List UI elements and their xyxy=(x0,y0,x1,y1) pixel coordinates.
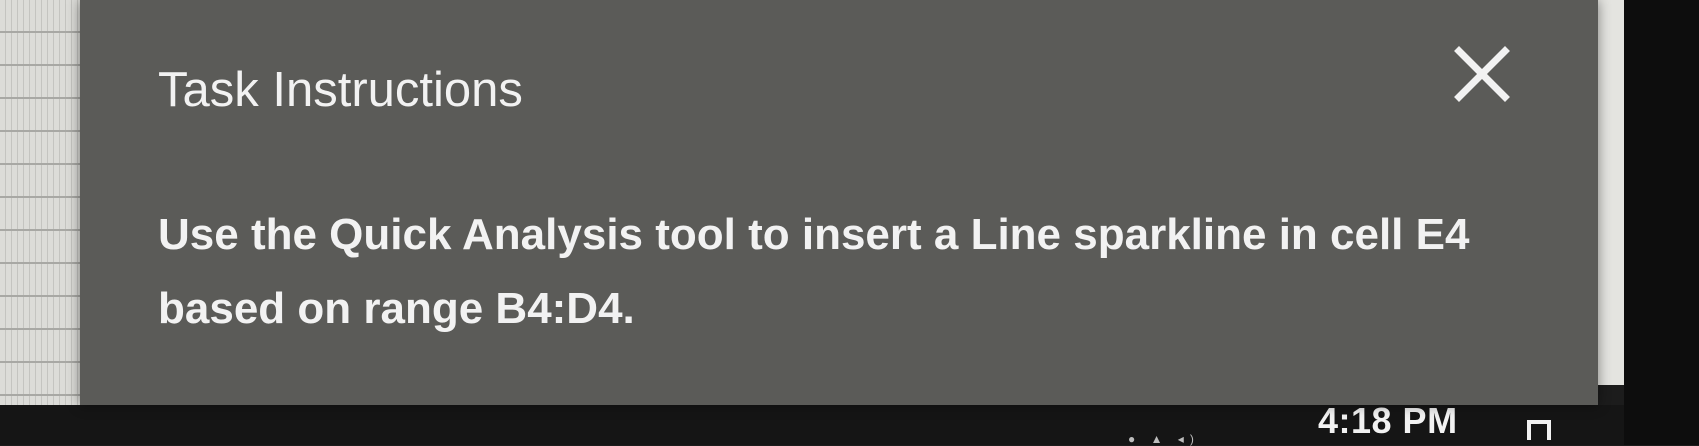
task-instruction-text: Use the Quick Analysis tool to insert a … xyxy=(158,210,1470,333)
system-tray-icons[interactable]: ● ▲ ◂) xyxy=(1128,432,1200,446)
panel-title: Task Instructions xyxy=(158,63,523,117)
close-icon xyxy=(1454,46,1510,102)
notification-icon[interactable] xyxy=(1527,420,1551,440)
monitor-bezel xyxy=(1624,0,1699,445)
taskbar-clock[interactable]: 4:18 PM xyxy=(1318,400,1458,442)
window-edge xyxy=(1598,0,1624,385)
task-instructions-panel: Task Instructions Use the Quick Analysis… xyxy=(80,0,1598,405)
close-button[interactable] xyxy=(1450,42,1514,106)
